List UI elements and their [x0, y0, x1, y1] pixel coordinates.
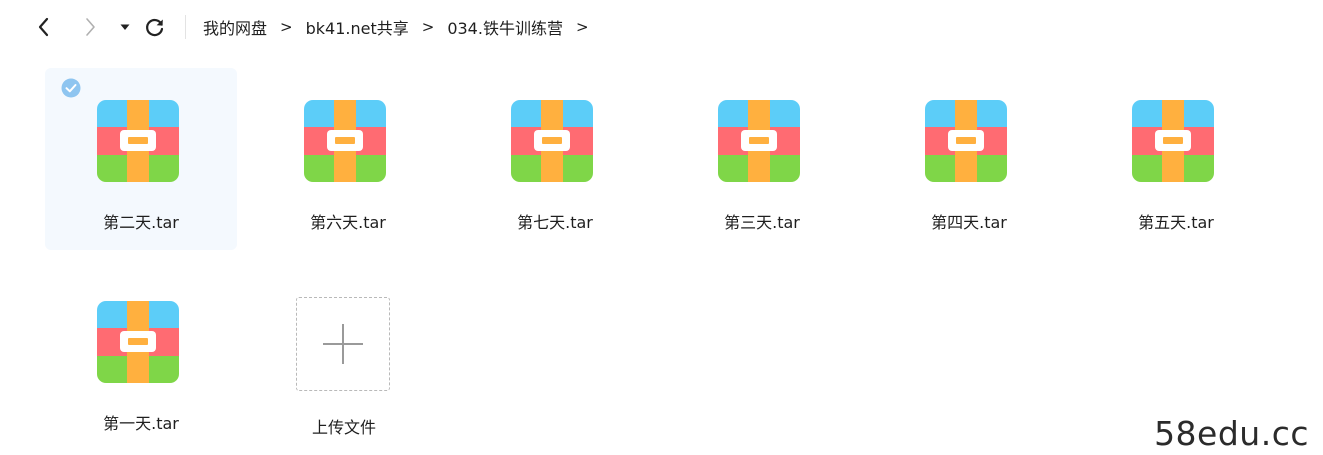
- archive-icon: [718, 100, 800, 182]
- file-tile[interactable]: 第六天.tar: [252, 68, 444, 250]
- file-name: 第二天.tar: [103, 213, 179, 232]
- breadcrumb-item-current-folder[interactable]: 034.铁牛训练营: [447, 15, 563, 39]
- breadcrumb-item-shared[interactable]: bk41.net共享: [306, 15, 409, 39]
- archive-icon: [97, 301, 179, 383]
- forward-button[interactable]: [76, 12, 104, 42]
- file-name: 第四天.tar: [931, 213, 1007, 232]
- file-name: 第七天.tar: [517, 213, 593, 232]
- breadcrumb: 我的网盘 > bk41.net共享 > 034.铁牛训练营 >: [203, 13, 602, 41]
- file-name: 第六天.tar: [310, 213, 386, 232]
- archive-icon: [304, 100, 386, 182]
- watermark-text: 58edu.cc: [1154, 414, 1309, 453]
- nav-divider: [185, 15, 186, 39]
- file-tile[interactable]: 第一天.tar: [45, 269, 237, 451]
- caret-down-icon: [120, 24, 130, 30]
- chevron-left-icon: [38, 17, 49, 37]
- refresh-icon: [146, 18, 164, 37]
- file-tile[interactable]: 第五天.tar: [1080, 68, 1272, 250]
- selected-check-icon: [61, 78, 81, 98]
- archive-icon: [1132, 100, 1214, 182]
- breadcrumb-separator: >: [575, 18, 589, 36]
- archive-icon: [511, 100, 593, 182]
- file-name: 第五天.tar: [1138, 213, 1214, 232]
- plus-icon: [323, 324, 363, 364]
- archive-icon: [97, 100, 179, 182]
- chevron-right-icon: [86, 18, 95, 36]
- breadcrumb-item-my-drive[interactable]: 我的网盘: [203, 15, 267, 39]
- file-tile[interactable]: 第三天.tar: [666, 68, 858, 250]
- file-browser-window: 我的网盘 > bk41.net共享 > 034.铁牛训练营 > 第二天.tar …: [0, 0, 1323, 455]
- refresh-button[interactable]: [140, 12, 170, 42]
- back-button[interactable]: [30, 12, 58, 42]
- file-name: 第一天.tar: [103, 414, 179, 433]
- file-tile[interactable]: 第七天.tar: [459, 68, 651, 250]
- upload-label[interactable]: 上传文件: [248, 414, 440, 438]
- archive-icon: [925, 100, 1007, 182]
- breadcrumb-separator: >: [280, 18, 293, 36]
- upload-button[interactable]: [296, 297, 390, 391]
- breadcrumb-separator: >: [421, 18, 435, 36]
- file-tile[interactable]: 第二天.tar: [45, 68, 237, 250]
- file-tile[interactable]: 第四天.tar: [873, 68, 1065, 250]
- file-name: 第三天.tar: [724, 213, 800, 232]
- history-dropdown-button[interactable]: [115, 12, 135, 42]
